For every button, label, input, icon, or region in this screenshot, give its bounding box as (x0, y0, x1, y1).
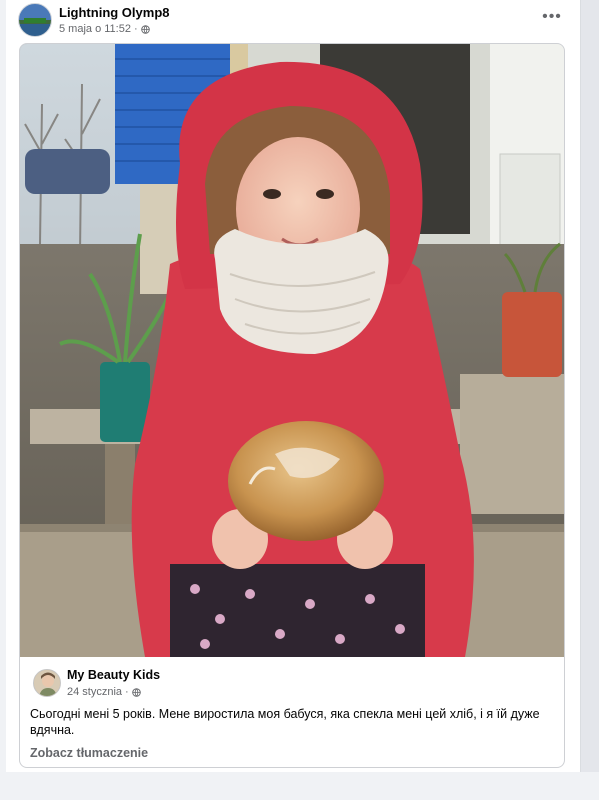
post-photo[interactable] (20, 44, 564, 657)
shared-post-footer: My Beauty Kids 24 stycznia · Сьогодні ме… (20, 657, 564, 767)
meta-separator: · (125, 686, 129, 698)
post-meta: 5 maja o 11:52 · (59, 23, 150, 35)
scroll-gutter (581, 0, 599, 772)
photo-girl-with-bread (20, 44, 564, 657)
post-timestamp[interactable]: 5 maja o 11:52 (59, 23, 131, 35)
globe-icon (131, 687, 141, 697)
author-avatar[interactable] (18, 3, 52, 37)
more-options-icon[interactable]: ••• (540, 9, 564, 30)
shared-timestamp[interactable]: 24 stycznia (67, 686, 122, 698)
see-translation-link[interactable]: Zobacz tłumaczenie (30, 746, 148, 760)
globe-icon (140, 24, 150, 34)
shared-post-meta: 24 stycznia · (67, 686, 141, 698)
shared-post-text: Сьогодні мені 5 років. Мене виростила мо… (30, 707, 540, 737)
shared-author-name[interactable]: My Beauty Kids (67, 668, 160, 682)
post-header: Lightning Olymp8 5 maja o 11:52 · ••• (18, 2, 568, 40)
shared-post[interactable]: My Beauty Kids 24 stycznia · Сьогодні ме… (19, 43, 565, 768)
post-card: Lightning Olymp8 5 maja o 11:52 · ••• My… (6, 0, 581, 772)
avatar-logo (24, 18, 46, 23)
avatar-child-icon (34, 670, 60, 696)
meta-separator: · (133, 23, 138, 35)
shared-author-avatar[interactable] (33, 669, 61, 697)
post-author-name[interactable]: Lightning Olymp8 (59, 5, 170, 20)
